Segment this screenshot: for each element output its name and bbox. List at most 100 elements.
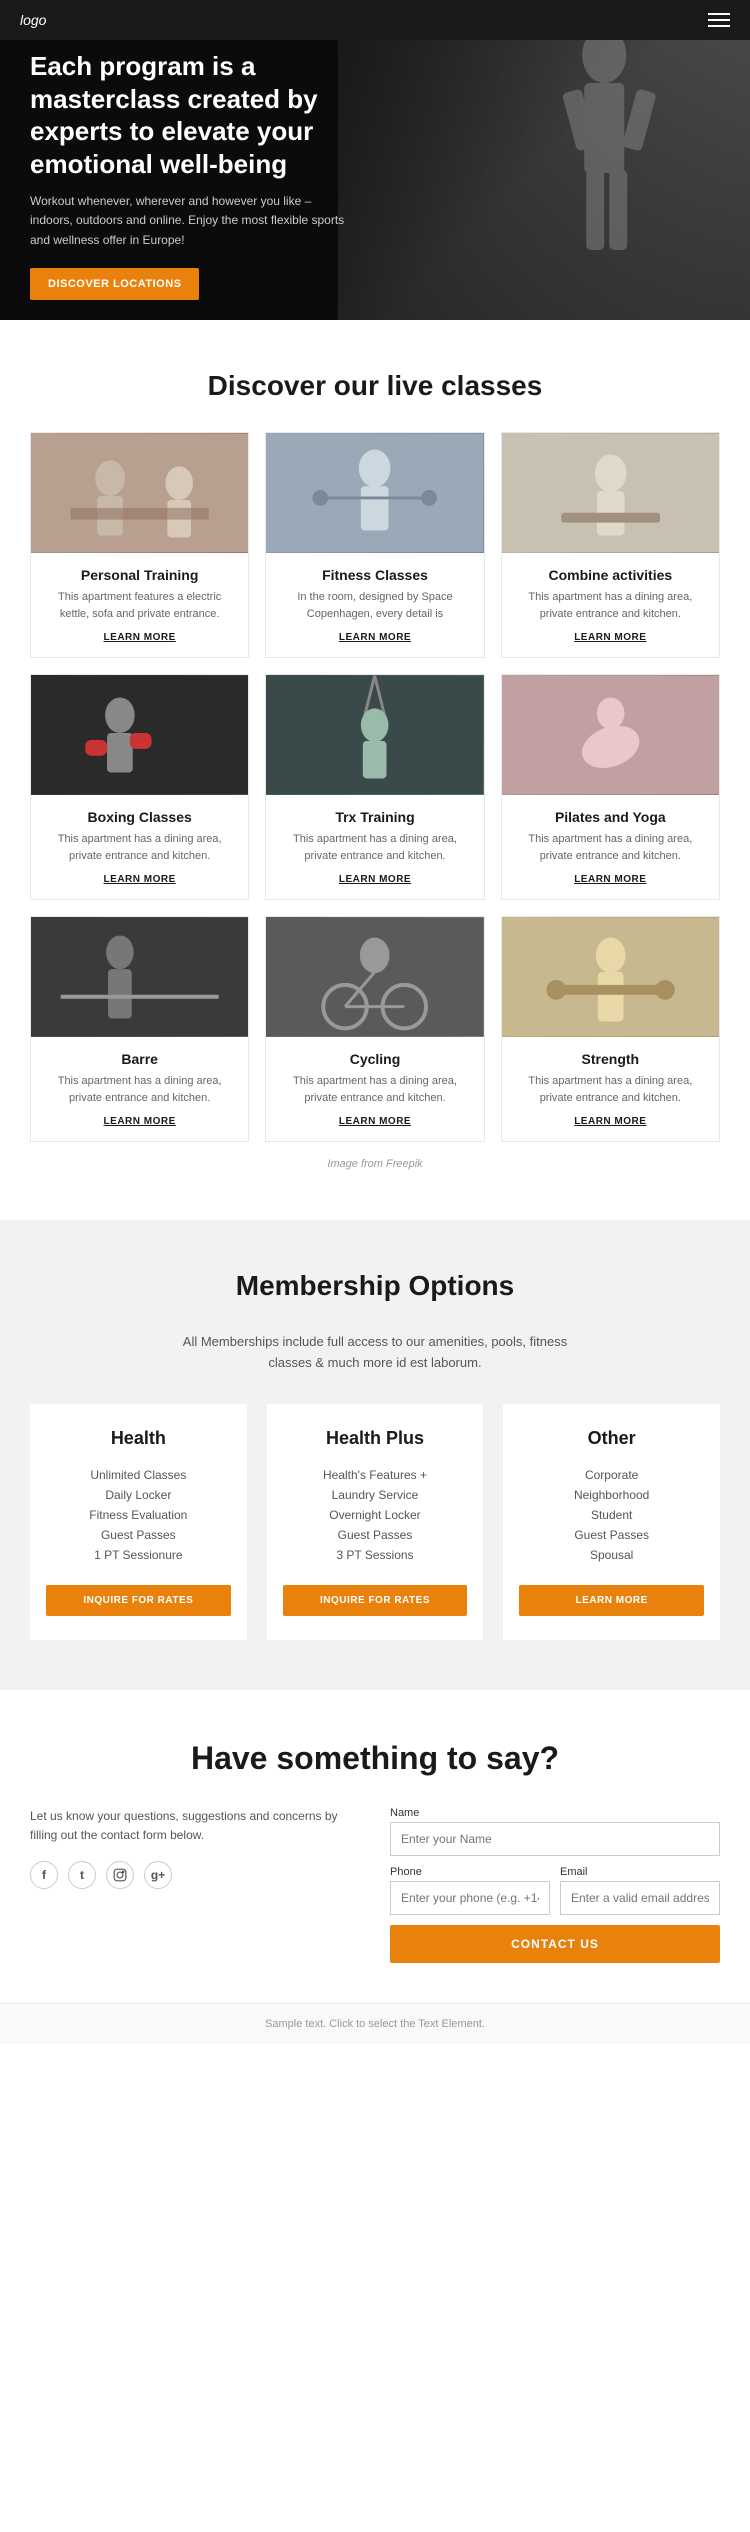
- card-title-cycling: Cycling: [280, 1051, 469, 1067]
- membership-feature: Unlimited Classes: [46, 1465, 231, 1485]
- card-title-boxing: Boxing Classes: [45, 809, 234, 825]
- contact-section: Have something to say? Let us know your …: [0, 1690, 750, 2003]
- membership-feature: Daily Locker: [46, 1485, 231, 1505]
- membership-features-health-plus: Health's Features + Laundry Service Over…: [283, 1465, 468, 1565]
- card-text-trx: This apartment has a dining area, privat…: [280, 831, 469, 864]
- card-image-fitness: [266, 433, 483, 553]
- membership-feature: Corporate: [519, 1465, 704, 1485]
- membership-feature: Guest Passes: [46, 1525, 231, 1545]
- card-image-boxing: [31, 675, 248, 795]
- card-title-combine: Combine activities: [516, 567, 705, 583]
- name-input[interactable]: [390, 1822, 720, 1856]
- email-input[interactable]: [560, 1881, 720, 1915]
- membership-features-health: Unlimited Classes Daily Locker Fitness E…: [46, 1465, 231, 1565]
- inquire-rates-health-plus-button[interactable]: INQUIRE FOR RATES: [283, 1585, 468, 1616]
- membership-feature: Fitness Evaluation: [46, 1505, 231, 1525]
- membership-feature: Neighborhood: [519, 1485, 704, 1505]
- card-image-personal: [31, 433, 248, 553]
- contact-grid: Let us know your questions, suggestions …: [30, 1807, 720, 1963]
- header: logo: [0, 0, 750, 40]
- phone-input[interactable]: [390, 1881, 550, 1915]
- hero-content: Each program is a masterclass created by…: [30, 50, 350, 300]
- membership-feature: Laundry Service: [283, 1485, 468, 1505]
- learn-more-combine[interactable]: LEARN MORE: [516, 632, 705, 643]
- card-text-barre: This apartment has a dining area, privat…: [45, 1073, 234, 1106]
- learn-more-boxing[interactable]: LEARN MORE: [45, 874, 234, 885]
- learn-more-barre[interactable]: LEARN MORE: [45, 1116, 234, 1127]
- social-icons: f t g+: [30, 1861, 360, 1889]
- membership-feature: 1 PT Sessionure: [46, 1545, 231, 1565]
- hamburger-menu[interactable]: [708, 13, 730, 27]
- learn-more-other-button[interactable]: LEARN MORE: [519, 1585, 704, 1616]
- learn-more-trx[interactable]: LEARN MORE: [280, 874, 469, 885]
- membership-plan-title-health: Health: [46, 1428, 231, 1449]
- contact-title: Have something to say?: [30, 1740, 720, 1777]
- card-text-strength: This apartment has a dining area, privat…: [516, 1073, 705, 1106]
- card-combine: Combine activities This apartment has a …: [501, 432, 720, 658]
- image-credit: Image from Freepik: [30, 1158, 720, 1170]
- learn-more-strength[interactable]: LEARN MORE: [516, 1116, 705, 1127]
- card-fitness-classes: Fitness Classes In the room, designed by…: [265, 432, 484, 658]
- card-text-combine: This apartment has a dining area, privat…: [516, 589, 705, 622]
- membership-subtitle: All Memberships include full access to o…: [175, 1332, 575, 1374]
- twitter-icon[interactable]: t: [68, 1861, 96, 1889]
- card-text-cycling: This apartment has a dining area, privat…: [280, 1073, 469, 1106]
- card-trx: Trx Training This apartment has a dining…: [265, 674, 484, 900]
- card-text-personal: This apartment features a electric kettl…: [45, 589, 234, 622]
- membership-section: Membership Options All Memberships inclu…: [0, 1220, 750, 1690]
- live-classes-section: Discover our live classes Personal Train…: [0, 320, 750, 1220]
- hero-background: [338, 0, 750, 320]
- membership-feature: Health's Features +: [283, 1465, 468, 1485]
- membership-plan-title-health-plus: Health Plus: [283, 1428, 468, 1449]
- card-title-fitness: Fitness Classes: [280, 567, 469, 583]
- card-image-pilates: [502, 675, 719, 795]
- membership-feature: Guest Passes: [519, 1525, 704, 1545]
- hero-title: Each program is a masterclass created by…: [30, 50, 350, 180]
- membership-feature: Student: [519, 1505, 704, 1525]
- footer-sample-text: Sample text. Click to select the Text El…: [265, 2018, 485, 2030]
- contact-description: Let us know your questions, suggestions …: [30, 1807, 360, 1845]
- membership-feature: Overnight Locker: [283, 1505, 468, 1525]
- contact-left: Let us know your questions, suggestions …: [30, 1807, 360, 1963]
- cards-grid: Personal Training This apartment feature…: [30, 432, 720, 1142]
- card-strength: Strength This apartment has a dining are…: [501, 916, 720, 1142]
- membership-feature: Spousal: [519, 1545, 704, 1565]
- phone-label: Phone: [390, 1866, 550, 1878]
- learn-more-fitness[interactable]: LEARN MORE: [280, 632, 469, 643]
- hero-description: Workout whenever, wherever and however y…: [30, 192, 350, 250]
- contact-us-button[interactable]: CONTACT US: [390, 1925, 720, 1963]
- card-barre: Barre This apartment has a dining area, …: [30, 916, 249, 1142]
- membership-card-health-plus: Health Plus Health's Features + Laundry …: [267, 1404, 484, 1640]
- membership-features-other: Corporate Neighborhood Student Guest Pas…: [519, 1465, 704, 1565]
- learn-more-pilates[interactable]: LEARN MORE: [516, 874, 705, 885]
- membership-plan-title-other: Other: [519, 1428, 704, 1449]
- card-cycling: Cycling This apartment has a dining area…: [265, 916, 484, 1142]
- card-image-cycling: [266, 917, 483, 1037]
- googleplus-icon[interactable]: g+: [144, 1861, 172, 1889]
- learn-more-cycling[interactable]: LEARN MORE: [280, 1116, 469, 1127]
- inquire-rates-health-button[interactable]: INQUIRE FOR RATES: [46, 1585, 231, 1616]
- phone-email-row: Phone Email: [390, 1866, 720, 1915]
- instagram-icon[interactable]: [106, 1861, 134, 1889]
- card-boxing: Boxing Classes This apartment has a dini…: [30, 674, 249, 900]
- contact-form: Name Phone Email CONTACT US: [390, 1807, 720, 1963]
- card-title-personal: Personal Training: [45, 567, 234, 583]
- card-text-pilates: This apartment has a dining area, privat…: [516, 831, 705, 864]
- card-personal-training: Personal Training This apartment feature…: [30, 432, 249, 658]
- card-image-strength: [502, 917, 719, 1037]
- card-image-barre: [31, 917, 248, 1037]
- live-classes-title: Discover our live classes: [30, 370, 720, 402]
- card-title-strength: Strength: [516, 1051, 705, 1067]
- membership-feature: 3 PT Sessions: [283, 1545, 468, 1565]
- card-pilates: Pilates and Yoga This apartment has a di…: [501, 674, 720, 900]
- learn-more-personal[interactable]: LEARN MORE: [45, 632, 234, 643]
- membership-card-other: Other Corporate Neighborhood Student Gue…: [503, 1404, 720, 1640]
- membership-title: Membership Options: [30, 1270, 720, 1302]
- name-label: Name: [390, 1807, 720, 1819]
- membership-grid: Health Unlimited Classes Daily Locker Fi…: [30, 1404, 720, 1640]
- facebook-icon[interactable]: f: [30, 1861, 58, 1889]
- card-image-combine: [502, 433, 719, 553]
- discover-locations-button[interactable]: DISCOVER LOCATIONS: [30, 268, 199, 300]
- membership-card-health: Health Unlimited Classes Daily Locker Fi…: [30, 1404, 247, 1640]
- membership-feature: Guest Passes: [283, 1525, 468, 1545]
